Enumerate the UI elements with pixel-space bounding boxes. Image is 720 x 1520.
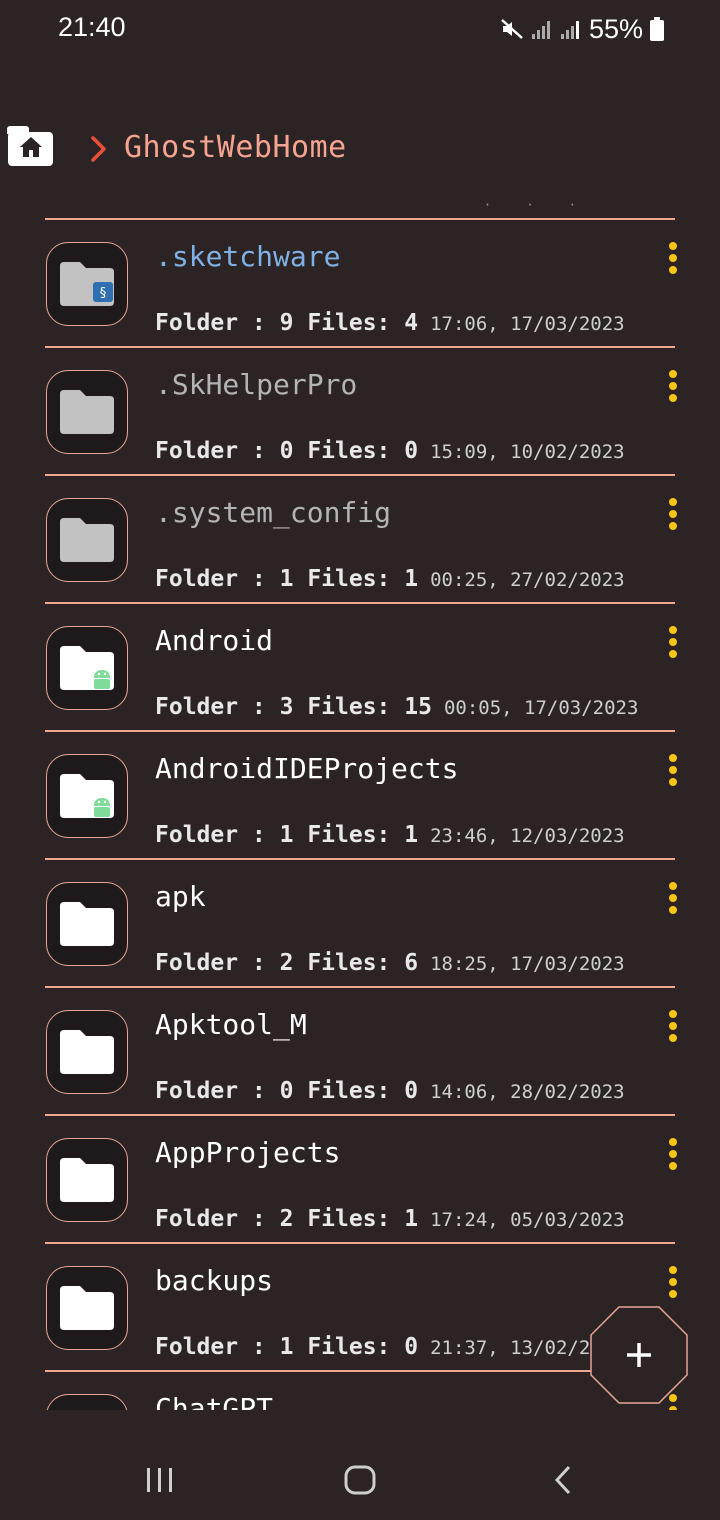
modified-date: 00:05, 17/03/2023 <box>443 697 639 719</box>
folder-icon <box>46 1394 128 1410</box>
add-button[interactable] <box>590 1306 688 1404</box>
android-icon <box>94 670 110 689</box>
battery-icon <box>650 17 664 41</box>
folder-icon <box>46 882 128 966</box>
folder-icon <box>46 1266 128 1350</box>
folder-count: Folder : 1 Files: 1 <box>155 566 419 592</box>
folder-count: Folder : 0 Files: 0 <box>155 1078 419 1104</box>
home-nav-icon[interactable] <box>344 1465 376 1499</box>
more-vertical-icon[interactable] <box>663 1138 683 1174</box>
more-vertical-icon[interactable] <box>663 242 683 278</box>
status-bar: 21:40 55% <box>0 0 720 60</box>
folder-icon <box>46 626 128 710</box>
file-meta: Folder : 2 Files: 6 18:25, 17/03/2023 <box>155 950 625 976</box>
file-meta: Folder : 1 Files: 1 00:25, 27/02/2023 <box>155 566 625 592</box>
back-icon[interactable] <box>552 1465 574 1499</box>
more-vertical-icon[interactable] <box>663 1266 683 1302</box>
file-meta: Folder : 1 Files: 0 21:37, 13/02/2023 <box>155 1334 625 1360</box>
file-meta: Folder : 0 Files: 0 15:09, 10/02/2023 <box>155 438 625 464</box>
folder-count: Folder : 2 Files: 6 <box>155 950 419 976</box>
folder-icon <box>46 1010 128 1094</box>
modified-date: 00:25, 27/02/2023 <box>430 569 625 591</box>
more-vertical-icon[interactable] <box>663 1010 683 1046</box>
modified-date: 17:24, 05/03/2023 <box>430 1209 625 1231</box>
file-meta: Folder : 3 Files: 15 00:05, 17/03/2023 <box>155 694 638 720</box>
file-name: .sketchware <box>155 240 341 273</box>
file-name: apk <box>155 880 206 913</box>
home-icon <box>19 136 43 162</box>
folder-icon <box>46 1138 128 1222</box>
file-name: Apktool_M <box>155 1008 307 1041</box>
folder-count: Folder : 9 Files: 4 <box>155 310 419 336</box>
file-name: backups <box>155 1264 274 1297</box>
more-vertical-icon[interactable] <box>663 626 683 662</box>
folder-icon <box>46 370 128 454</box>
battery-level: 55% <box>588 13 643 44</box>
status-time: 21:40 <box>58 12 126 42</box>
list-item[interactable]: § .sketchware Folder : 9 Files: 4 17:06, … <box>45 220 677 348</box>
list-item[interactable]: apk Folder : 2 Files: 6 18:25, 17/03/2023 <box>45 860 677 988</box>
list-item[interactable]: Apktool_M Folder : 0 Files: 0 14:06, 28/0… <box>45 988 677 1116</box>
file-list[interactable]: · · · § .sketchware Folder : 9 Files: 4 1… <box>0 190 720 1410</box>
folder-count: Folder : 1 Files: 1 <box>155 822 419 848</box>
more-vertical-icon[interactable] <box>663 882 683 918</box>
file-meta: Folder : 9 Files: 4 17:06, 17/03/2023 <box>155 310 625 336</box>
recents-icon[interactable] <box>145 1466 175 1498</box>
chevron-right-icon <box>88 134 110 168</box>
status-icons: 55% <box>500 12 664 46</box>
breadcrumb: GhostWebHome <box>0 118 720 182</box>
folder-count: Folder : 2 Files: 1 <box>155 1206 419 1232</box>
more-vertical-icon[interactable] <box>663 754 683 790</box>
list-item[interactable]: backups Folder : 1 Files: 0 21:37, 13/02/… <box>45 1244 677 1372</box>
modified-date: 18:25, 17/03/2023 <box>430 953 625 975</box>
file-name: Android <box>155 624 274 657</box>
folder-count: Folder : 0 Files: 0 <box>155 438 419 464</box>
list-item[interactable]: AndroidIDEProjects Folder : 1 Files: 1 23… <box>45 732 677 860</box>
file-meta: Folder : 1 Files: 1 23:46, 12/03/2023 <box>155 822 625 848</box>
list-item-partial: · · · <box>45 190 675 220</box>
list-item[interactable]: .SkHelperPro Folder : 0 Files: 0 15:09, 1… <box>45 348 677 476</box>
folder-icon <box>46 498 128 582</box>
file-name: ChatGPT <box>155 1392 274 1410</box>
partial-text: · · · <box>483 198 590 212</box>
mute-icon <box>500 17 524 41</box>
list-item[interactable]: ChatGPT <box>45 1372 677 1410</box>
modified-date: 23:46, 12/03/2023 <box>430 825 625 847</box>
modified-date: 15:09, 10/02/2023 <box>430 441 625 463</box>
signal-icon <box>560 18 582 40</box>
file-name: AppProjects <box>155 1136 341 1169</box>
navigation-bar <box>0 1440 720 1520</box>
signal-icon <box>531 18 553 40</box>
list-item[interactable]: AppProjects Folder : 2 Files: 1 17:24, 05… <box>45 1116 677 1244</box>
modified-date: 14:06, 28/02/2023 <box>430 1081 625 1103</box>
folder-icon <box>46 754 128 838</box>
home-button[interactable] <box>7 126 53 166</box>
list-item[interactable]: .system_config Folder : 1 Files: 1 00:25,… <box>45 476 677 604</box>
list-item[interactable]: Android Folder : 3 Files: 15 00:05, 17/03… <box>45 604 677 732</box>
file-name: AndroidIDEProjects <box>155 752 459 785</box>
file-name: .system_config <box>155 496 392 529</box>
modified-date: 17:06, 17/03/2023 <box>430 313 625 335</box>
more-vertical-icon[interactable] <box>663 370 683 406</box>
more-vertical-icon[interactable] <box>663 498 683 534</box>
current-path-title: GhostWebHome <box>124 130 347 165</box>
svg-text:§: § <box>100 286 107 301</box>
folder-count: Folder : 1 Files: 0 <box>155 1334 419 1360</box>
folder-count: Folder : 3 Files: 15 <box>155 694 432 720</box>
android-icon <box>94 798 110 817</box>
file-name: .SkHelperPro <box>155 368 358 401</box>
file-meta: Folder : 2 Files: 1 17:24, 05/03/2023 <box>155 1206 625 1232</box>
file-meta: Folder : 0 Files: 0 14:06, 28/02/2023 <box>155 1078 625 1104</box>
folder-icon: § <box>46 242 128 326</box>
